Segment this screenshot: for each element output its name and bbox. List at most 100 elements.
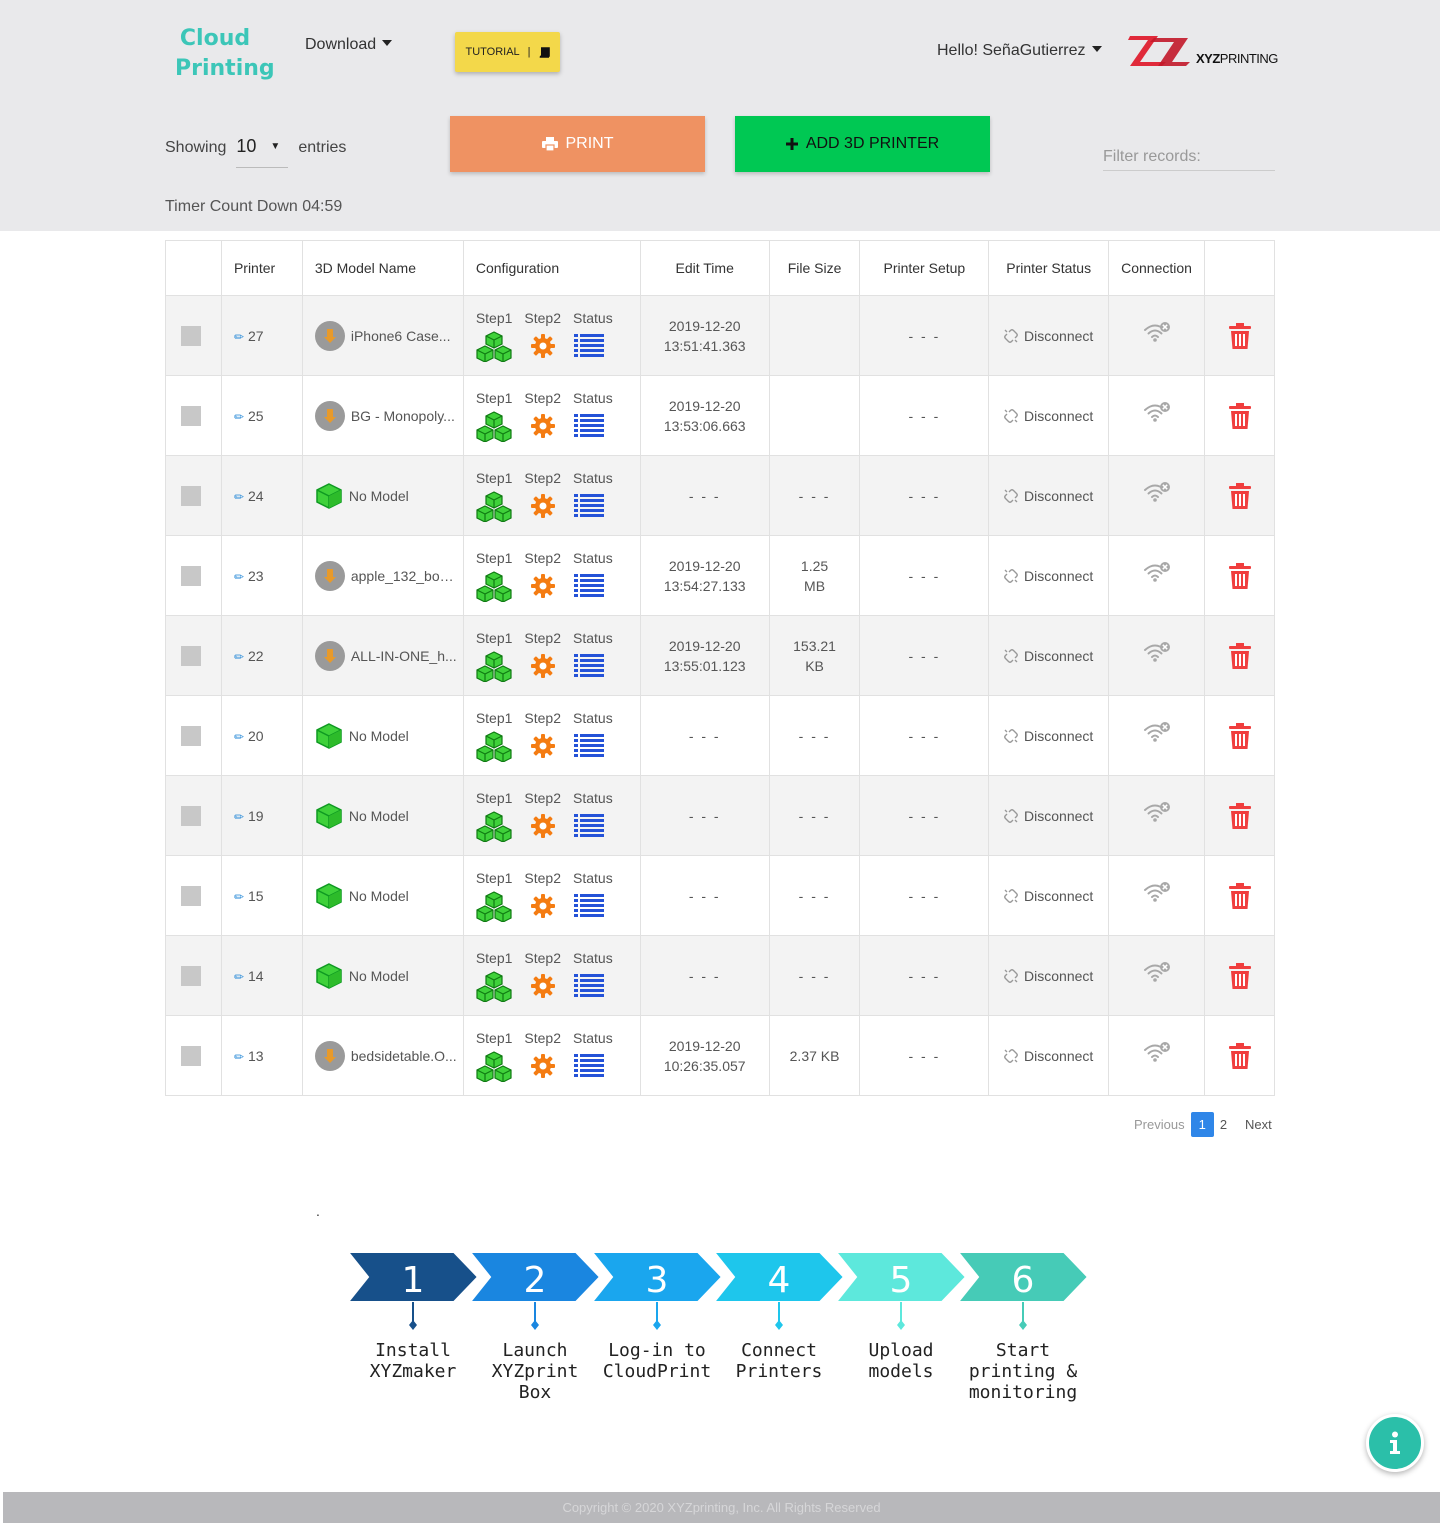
status-button[interactable]	[572, 653, 620, 678]
step2-button[interactable]	[524, 413, 572, 439]
printer-id-cell[interactable]: ✏ 15	[220, 855, 303, 936]
status-button[interactable]	[572, 333, 620, 358]
step2-button[interactable]	[524, 733, 572, 759]
delete-button[interactable]	[1205, 642, 1274, 669]
printer-id-cell[interactable]: ✏ 22	[220, 615, 303, 696]
model-name[interactable]: No Model	[349, 888, 409, 904]
printer-id-cell[interactable]: ✏ 20	[220, 695, 303, 776]
col-header-printer-status[interactable]: Printer Status	[988, 240, 1110, 296]
status-button[interactable]	[572, 1053, 620, 1078]
col-header-configuration[interactable]: Configuration	[462, 240, 641, 296]
delete-button[interactable]	[1205, 962, 1274, 989]
step1-button[interactable]	[476, 330, 524, 362]
model-name[interactable]: No Model	[349, 808, 409, 824]
wifi-off-icon[interactable]	[1143, 1041, 1171, 1063]
col-header-printer[interactable]: Printer	[220, 240, 303, 296]
pagination-page-1[interactable]: 1	[1190, 1112, 1214, 1137]
printer-id-cell[interactable]: ✏ 27	[220, 295, 303, 376]
pencil-icon[interactable]: ✏	[234, 570, 244, 584]
trash-icon[interactable]	[1228, 322, 1251, 349]
printer-id-cell[interactable]: ✏ 23	[220, 535, 303, 616]
model-name[interactable]: apple_132_bod...	[351, 568, 459, 584]
status-button[interactable]	[572, 413, 620, 438]
delete-button[interactable]	[1205, 562, 1274, 589]
trash-icon[interactable]	[1228, 962, 1251, 989]
wifi-off-icon[interactable]	[1143, 641, 1171, 663]
printer-id-cell[interactable]: ✏ 25	[220, 375, 303, 456]
col-header-connection[interactable]: Connection	[1108, 240, 1206, 296]
delete-button[interactable]	[1205, 882, 1274, 909]
row-checkbox[interactable]	[181, 325, 201, 346]
step2-button[interactable]	[524, 813, 572, 839]
table-row[interactable]: ✏ 20 No Model Step1 Step2 Status - - - - - - - -…	[165, 695, 1275, 776]
wifi-off-icon[interactable]	[1143, 721, 1171, 743]
step2-button[interactable]	[524, 1053, 572, 1079]
step2-button[interactable]	[524, 893, 572, 919]
step2-button[interactable]	[524, 333, 572, 359]
pencil-icon[interactable]: ✏	[234, 330, 244, 344]
row-checkbox[interactable]	[181, 645, 201, 666]
table-row[interactable]: ✏ 23 apple_132_bod... Step1 Step2 Status 2019-…	[165, 535, 1275, 616]
step1-button[interactable]	[476, 650, 524, 682]
trash-icon[interactable]	[1228, 642, 1251, 669]
printer-id-cell[interactable]: ✏ 13	[220, 1015, 303, 1096]
printer-id-cell[interactable]: ✏ 19	[220, 775, 303, 856]
trash-icon[interactable]	[1228, 722, 1251, 749]
filter-input[interactable]	[1103, 143, 1275, 171]
col-header-printer-setup[interactable]: Printer Setup	[859, 240, 990, 296]
status-button[interactable]	[572, 973, 620, 998]
add-printer-button[interactable]: ADD 3D PRINTER	[735, 116, 990, 172]
delete-button[interactable]	[1205, 482, 1274, 509]
step1-button[interactable]	[476, 1050, 524, 1082]
pencil-icon[interactable]: ✏	[234, 490, 244, 504]
table-row[interactable]: ✏ 13 bedsidetable.O... Step1 Step2 Status 2019…	[165, 1015, 1275, 1096]
pencil-icon[interactable]: ✏	[234, 650, 244, 664]
print-button[interactable]: PRINT	[450, 116, 705, 172]
pencil-icon[interactable]: ✏	[234, 1050, 244, 1064]
pencil-icon[interactable]: ✏	[234, 730, 244, 744]
wifi-off-icon[interactable]	[1143, 481, 1171, 503]
delete-button[interactable]	[1205, 1042, 1274, 1069]
table-row[interactable]: ✏ 22 ALL-IN-ONE_h... Step1 Step2 Status 2019-1…	[165, 615, 1275, 696]
wifi-off-icon[interactable]	[1143, 881, 1171, 903]
status-button[interactable]	[572, 493, 620, 518]
step1-button[interactable]	[476, 970, 524, 1002]
model-name[interactable]: No Model	[349, 968, 409, 984]
model-name[interactable]: BG - Monopoly...	[351, 408, 455, 424]
pagination-previous[interactable]: Previous	[1128, 1112, 1191, 1137]
download-dropdown[interactable]: Download	[305, 36, 393, 54]
delete-button[interactable]	[1205, 802, 1274, 829]
pencil-icon[interactable]: ✏	[234, 410, 244, 424]
printer-id-cell[interactable]: ✏ 14	[220, 935, 303, 1016]
step1-button[interactable]	[476, 890, 524, 922]
table-row[interactable]: ✏ 27 iPhone6 Case... Step1 Step2 Status 2019-1…	[165, 295, 1275, 376]
printer-id-cell[interactable]: ✏ 24	[220, 455, 303, 536]
pagination-next[interactable]: Next	[1239, 1112, 1278, 1137]
row-checkbox[interactable]	[181, 725, 201, 746]
model-name[interactable]: ALL-IN-ONE_h...	[351, 648, 457, 664]
trash-icon[interactable]	[1228, 562, 1251, 589]
table-row[interactable]: ✏ 19 No Model Step1 Step2 Status - - - - - - - -…	[165, 775, 1275, 856]
step1-button[interactable]	[476, 570, 524, 602]
col-header-file-size[interactable]: File Size	[768, 240, 861, 296]
step2-button[interactable]	[524, 973, 572, 999]
trash-icon[interactable]	[1228, 882, 1251, 909]
pagination-page-2[interactable]: 2	[1214, 1112, 1233, 1137]
step1-button[interactable]	[476, 410, 524, 442]
wifi-off-icon[interactable]	[1143, 401, 1171, 423]
model-name[interactable]: No Model	[349, 728, 409, 744]
col-header-edit-time[interactable]: Edit Time	[639, 240, 770, 296]
delete-button[interactable]	[1205, 322, 1274, 349]
tutorial-button[interactable]: TUTORIAL |	[455, 32, 560, 72]
table-row[interactable]: ✏ 25 BG - Monopoly... Step1 Step2 Status 2019-…	[165, 375, 1275, 456]
pencil-icon[interactable]: ✏	[234, 890, 244, 904]
step1-button[interactable]	[476, 490, 524, 522]
pencil-icon[interactable]: ✏	[234, 810, 244, 824]
status-button[interactable]	[572, 893, 620, 918]
status-button[interactable]	[572, 813, 620, 838]
table-row[interactable]: ✏ 15 No Model Step1 Step2 Status - - - - - - - -…	[165, 855, 1275, 936]
col-header-model[interactable]: 3D Model Name	[301, 240, 464, 296]
row-checkbox[interactable]	[181, 565, 201, 586]
wifi-off-icon[interactable]	[1143, 561, 1171, 583]
delete-button[interactable]	[1205, 722, 1274, 749]
